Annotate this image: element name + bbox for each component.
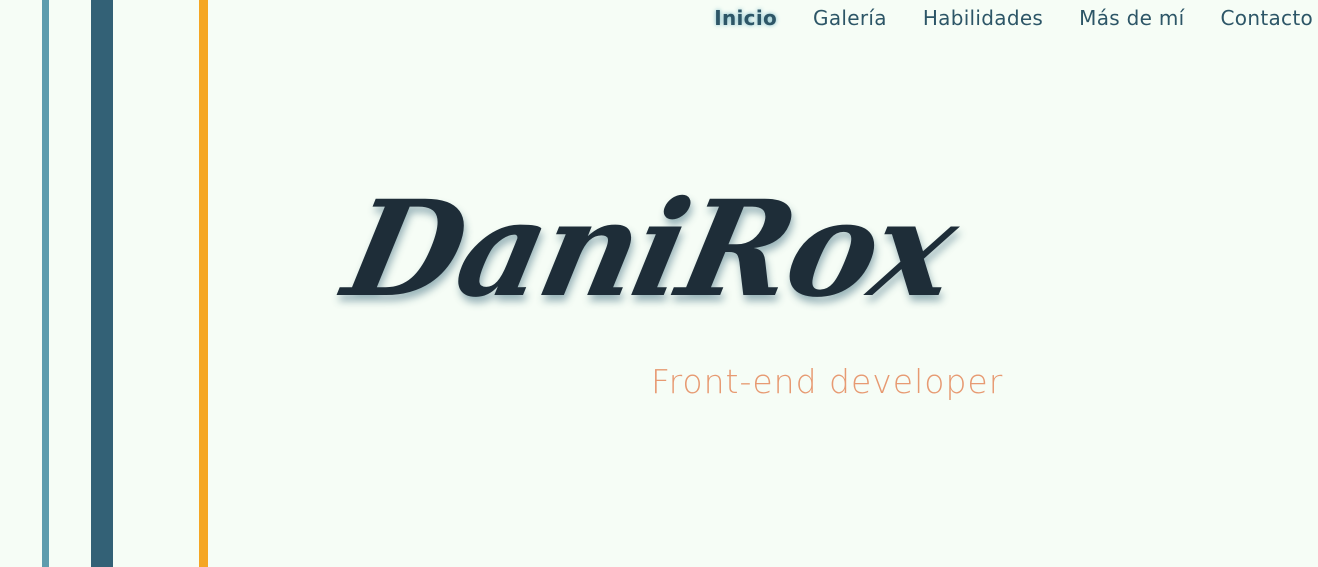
hero-logo: DaniRox bbox=[300, 150, 1000, 380]
decorative-stripe-accent bbox=[199, 0, 208, 567]
main-nav: Inicio Galería Habilidades Más de mí Con… bbox=[678, 4, 1313, 32]
nav-link-mas-de-mi[interactable]: Más de mí bbox=[1079, 4, 1184, 32]
nav-link-inicio[interactable]: Inicio bbox=[714, 4, 777, 32]
nav-link-galeria[interactable]: Galería bbox=[813, 4, 887, 32]
nav-link-contacto[interactable]: Contacto bbox=[1221, 4, 1313, 32]
hero-tagline: Front-end developer bbox=[651, 362, 1004, 401]
decorative-stripe-light bbox=[42, 0, 49, 567]
page: Inicio Galería Habilidades Más de mí Con… bbox=[0, 0, 1318, 567]
nav-link-habilidades[interactable]: Habilidades bbox=[923, 4, 1043, 32]
decorative-stripe-dark bbox=[91, 0, 113, 567]
logo-wordmark: DaniRox bbox=[332, 172, 968, 327]
